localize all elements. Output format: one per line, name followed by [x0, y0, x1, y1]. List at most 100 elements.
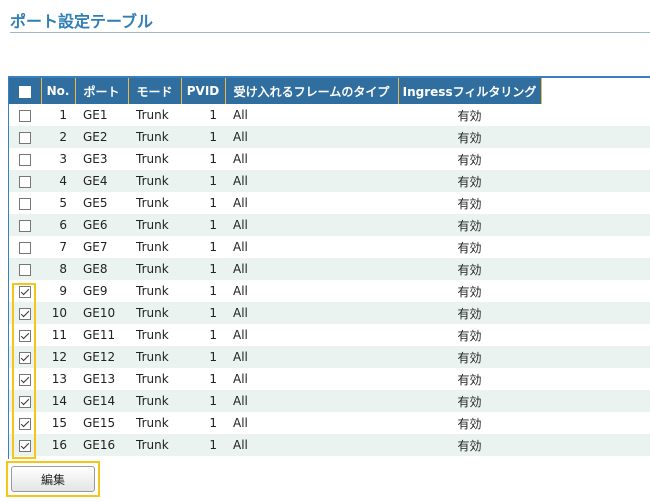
cell-mode: Trunk — [128, 214, 181, 236]
row-filler — [541, 126, 650, 148]
column-header-pvid[interactable]: PVID — [181, 78, 226, 104]
cell-port: GE1 — [75, 104, 128, 126]
cell-mode: Trunk — [128, 170, 181, 192]
row-checkbox[interactable] — [19, 263, 31, 276]
row-select-cell — [9, 302, 41, 324]
row-checkbox[interactable] — [19, 109, 31, 122]
cell-no: 2 — [41, 126, 75, 148]
cell-accept-frame-type: All — [225, 148, 398, 170]
cell-port: GE10 — [75, 302, 128, 324]
row-checkbox[interactable] — [19, 241, 31, 254]
cell-mode: Trunk — [128, 236, 181, 258]
cell-port: GE16 — [75, 434, 128, 456]
cell-pvid: 1 — [181, 236, 225, 258]
cell-accept-frame-type: All — [225, 258, 398, 280]
row-checkbox[interactable] — [19, 285, 31, 298]
select-all-checkbox[interactable] — [18, 85, 31, 98]
row-checkbox[interactable] — [19, 307, 31, 320]
row-filler — [541, 192, 650, 214]
table-row[interactable]: 15 GE15 Trunk 1 All 有効 — [9, 412, 650, 434]
cell-mode: Trunk — [128, 390, 181, 412]
row-select-cell — [9, 390, 41, 412]
row-checkbox[interactable] — [19, 395, 31, 408]
table-row[interactable]: 6 GE6 Trunk 1 All 有効 — [9, 214, 650, 236]
cell-no: 9 — [41, 280, 75, 302]
table-row[interactable]: 3 GE3 Trunk 1 All 有効 — [9, 148, 650, 170]
table-header-row: No. ポート モード PVID 受け入れるフレームのタイプ Ingressフィ… — [9, 78, 650, 104]
row-checkbox[interactable] — [19, 219, 31, 232]
cell-mode: Trunk — [128, 412, 181, 434]
table-row[interactable]: 5 GE5 Trunk 1 All 有効 — [9, 192, 650, 214]
cell-mode: Trunk — [128, 258, 181, 280]
cell-ingress-filtering: 有効 — [398, 368, 541, 390]
row-checkbox[interactable] — [19, 197, 31, 210]
table-row[interactable]: 14 GE14 Trunk 1 All 有効 — [9, 390, 650, 412]
row-select-cell — [9, 104, 41, 126]
cell-accept-frame-type: All — [225, 368, 398, 390]
row-checkbox[interactable] — [19, 373, 31, 386]
table-row[interactable]: 7 GE7 Trunk 1 All 有効 — [9, 236, 650, 258]
cell-pvid: 1 — [181, 126, 225, 148]
row-select-cell — [9, 214, 41, 236]
cell-accept-frame-type: All — [225, 236, 398, 258]
row-select-cell — [9, 346, 41, 368]
cell-mode: Trunk — [128, 368, 181, 390]
table-row[interactable]: 1 GE1 Trunk 1 All 有効 — [9, 104, 650, 126]
cell-port: GE11 — [75, 324, 128, 346]
cell-pvid: 1 — [181, 302, 225, 324]
row-filler — [541, 346, 650, 368]
column-header-no[interactable]: No. — [41, 78, 76, 104]
cell-pvid: 1 — [181, 434, 225, 456]
column-header-accept-frame-type[interactable]: 受け入れるフレームのタイプ — [225, 78, 399, 104]
cell-no: 6 — [41, 214, 75, 236]
cell-accept-frame-type: All — [225, 280, 398, 302]
cell-port: GE4 — [75, 170, 128, 192]
row-checkbox[interactable] — [19, 417, 31, 430]
column-header-ingress-filtering[interactable]: Ingressフィルタリング — [398, 78, 542, 104]
row-checkbox[interactable] — [19, 131, 31, 144]
row-select-cell — [9, 280, 41, 302]
column-header-port[interactable]: ポート — [75, 78, 129, 104]
row-checkbox[interactable] — [19, 329, 31, 342]
edit-button[interactable]: 編集 — [11, 466, 95, 492]
table-row[interactable]: 10 GE10 Trunk 1 All 有効 — [9, 302, 650, 324]
row-checkbox[interactable] — [19, 153, 31, 166]
cell-port: GE12 — [75, 346, 128, 368]
table-row[interactable]: 9 GE9 Trunk 1 All 有効 — [9, 280, 650, 302]
header-filler — [541, 78, 650, 104]
cell-no: 1 — [41, 104, 75, 126]
row-checkbox[interactable] — [19, 351, 31, 364]
cell-no: 16 — [41, 434, 75, 456]
cell-ingress-filtering: 有効 — [398, 302, 541, 324]
row-select-cell — [9, 368, 41, 390]
cell-ingress-filtering: 有効 — [398, 434, 541, 456]
row-checkbox[interactable] — [19, 175, 31, 188]
table-row[interactable]: 2 GE2 Trunk 1 All 有効 — [9, 126, 650, 148]
cell-no: 7 — [41, 236, 75, 258]
cell-ingress-filtering: 有効 — [398, 192, 541, 214]
cell-ingress-filtering: 有効 — [398, 258, 541, 280]
row-filler — [541, 434, 650, 456]
row-select-cell — [9, 170, 41, 192]
column-header-mode[interactable]: モード — [128, 78, 182, 104]
row-filler — [541, 214, 650, 236]
cell-ingress-filtering: 有効 — [398, 280, 541, 302]
row-filler — [541, 280, 650, 302]
cell-no: 3 — [41, 148, 75, 170]
table-row[interactable]: 13 GE13 Trunk 1 All 有効 — [9, 368, 650, 390]
cell-no: 4 — [41, 170, 75, 192]
table-row[interactable]: 11 GE11 Trunk 1 All 有効 — [9, 324, 650, 346]
table-row[interactable]: 8 GE8 Trunk 1 All 有効 — [9, 258, 650, 280]
row-select-cell — [9, 324, 41, 346]
cell-pvid: 1 — [181, 346, 225, 368]
cell-port: GE13 — [75, 368, 128, 390]
cell-pvid: 1 — [181, 390, 225, 412]
cell-ingress-filtering: 有効 — [398, 214, 541, 236]
table-row[interactable]: 12 GE12 Trunk 1 All 有効 — [9, 346, 650, 368]
cell-no: 13 — [41, 368, 75, 390]
select-all-cell — [9, 78, 42, 104]
table-row[interactable]: 16 GE16 Trunk 1 All 有効 — [9, 434, 650, 456]
table-row[interactable]: 4 GE4 Trunk 1 All 有効 — [9, 170, 650, 192]
cell-ingress-filtering: 有効 — [398, 412, 541, 434]
row-checkbox[interactable] — [19, 439, 31, 452]
